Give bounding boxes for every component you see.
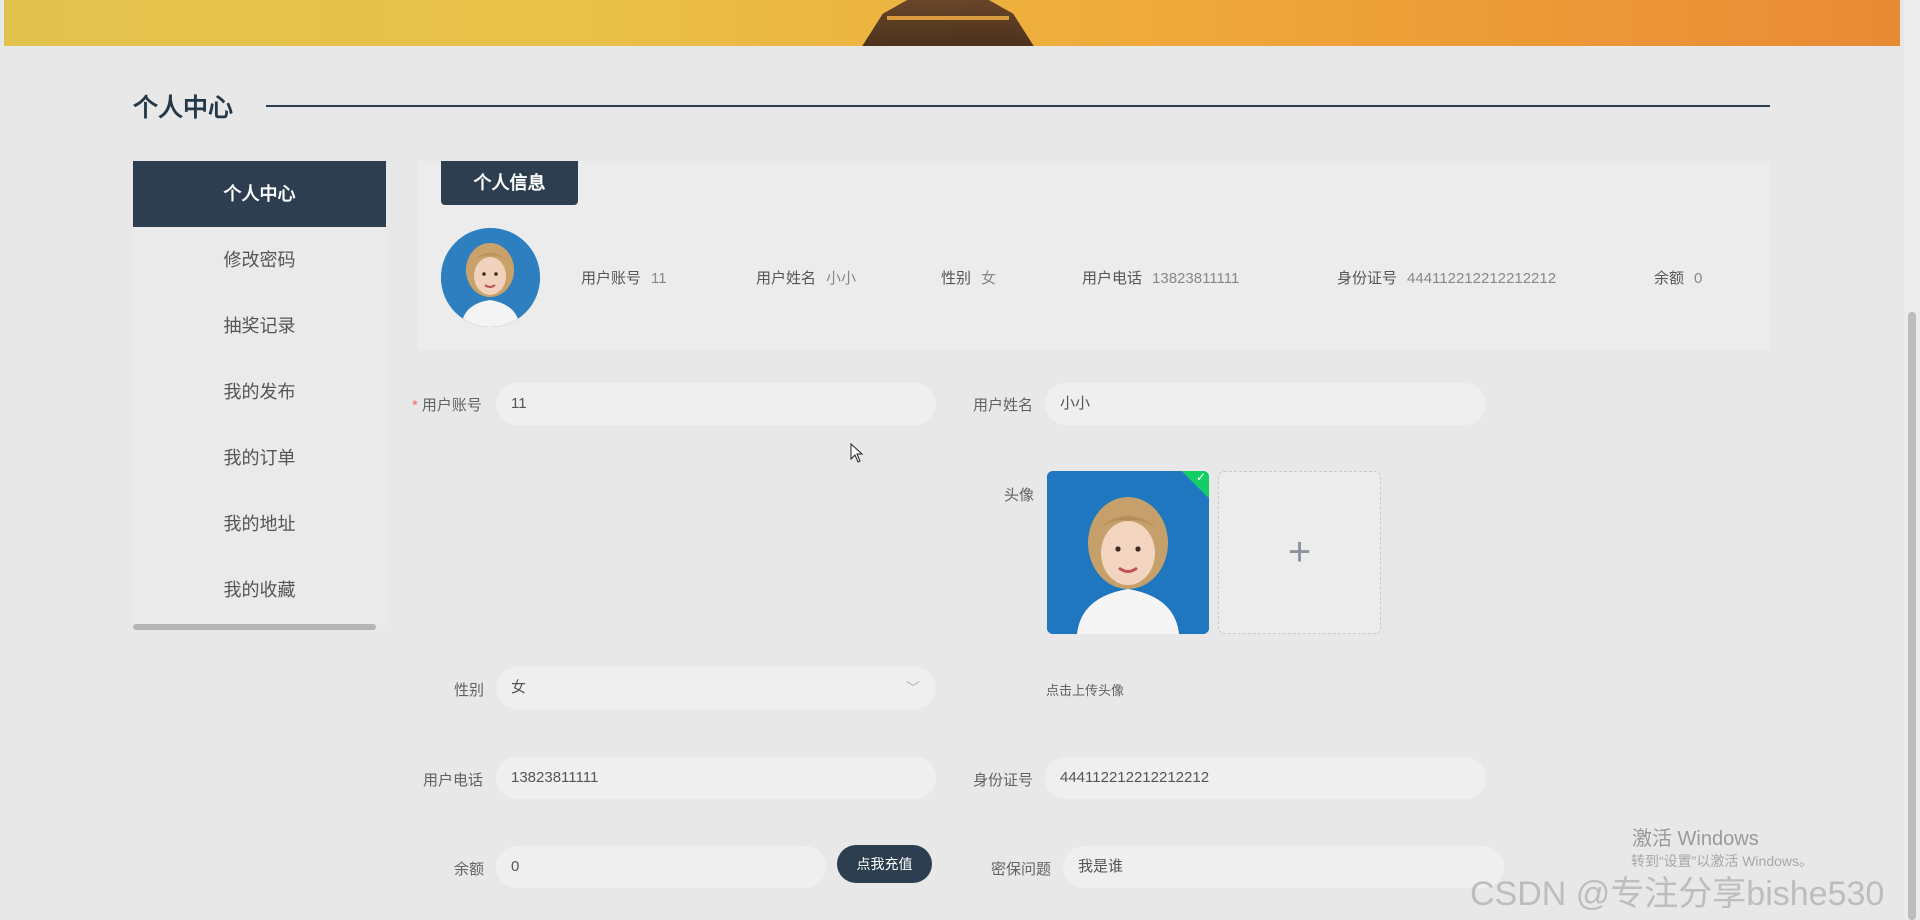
- name-label: 用户姓名: [973, 397, 1034, 414]
- avatar-upload-preview[interactable]: ✓: [1047, 471, 1209, 634]
- info-id-card: 身份证号 444112212212212212: [1337, 270, 1557, 287]
- sidebar-item-my-address[interactable]: 我的地址: [133, 491, 386, 557]
- avatar-preview-icon: [1047, 471, 1209, 634]
- gender-select[interactable]: 女 ﹀: [496, 667, 936, 709]
- account-field[interactable]: 11: [496, 383, 936, 425]
- sidebar: 个人中心 修改密码 抽奖记录 我的发布 我的订单 我的地址 我的收藏: [133, 161, 386, 630]
- info-gender: 性别女: [941, 270, 997, 287]
- info-name: 用户姓名 小小: [756, 270, 857, 287]
- sidebar-scrollbar[interactable]: [133, 624, 376, 630]
- required-mark: *: [412, 397, 418, 414]
- sidebar-item-my-favorites[interactable]: 我的收藏: [133, 557, 386, 623]
- header-banner: [4, 0, 1900, 46]
- account-label: * 用户账号: [412, 397, 482, 414]
- sidebar-item-my-orders[interactable]: 我的订单: [133, 425, 386, 491]
- avatar-upload-button[interactable]: +: [1218, 471, 1381, 634]
- gender-label: 性别: [454, 682, 485, 699]
- title-divider: [266, 105, 1770, 107]
- balance-field[interactable]: 0: [496, 846, 826, 888]
- avatar-label: 头像: [1004, 487, 1035, 504]
- security-question-field[interactable]: 我是谁: [1063, 846, 1504, 888]
- info-account: 用户账号 11: [581, 270, 667, 287]
- balance-label: 余额: [454, 861, 485, 878]
- sidebar-item-profile[interactable]: 个人中心: [133, 161, 386, 227]
- info-balance: 余额 0: [1654, 270, 1703, 287]
- check-icon: ✓: [1195, 471, 1206, 484]
- phone-field[interactable]: 13823811111: [496, 757, 936, 799]
- sidebar-item-lottery-records[interactable]: 抽奖记录: [133, 293, 386, 359]
- mouse-cursor-icon: [850, 442, 864, 468]
- page-scrollbar-thumb[interactable]: [1908, 312, 1916, 920]
- page-title: 个人中心: [133, 94, 234, 122]
- recharge-button[interactable]: 点我充值: [837, 845, 932, 883]
- chevron-down-icon: ﹀: [906, 680, 920, 696]
- windows-activation-watermark: 激活 Windows: [1632, 828, 1759, 850]
- avatar: [441, 228, 540, 327]
- tab-personal-info[interactable]: 个人信息: [441, 161, 578, 205]
- id-card-field[interactable]: 444112212212212212: [1045, 757, 1486, 799]
- sidebar-item-change-password[interactable]: 修改密码: [133, 227, 386, 293]
- page-scrollbar[interactable]: [1904, 0, 1920, 920]
- security-question-label: 密保问题: [991, 861, 1052, 878]
- id-card-label: 身份证号: [973, 772, 1034, 789]
- phone-label: 用户电话: [423, 772, 484, 789]
- plus-icon: +: [1287, 530, 1312, 574]
- csdn-watermark: CSDN @专注分享bishe530: [1470, 875, 1885, 913]
- profile-info-card: [418, 161, 1770, 350]
- sidebar-item-my-posts[interactable]: 我的发布: [133, 359, 386, 425]
- avatar-upload-tip: 点击上传头像: [1046, 683, 1125, 698]
- info-phone: 用户电话 13823811111: [1082, 270, 1240, 287]
- name-field[interactable]: 小小: [1045, 383, 1486, 425]
- banner-tower-image: [862, 0, 1034, 46]
- avatar-portrait-icon: [441, 228, 540, 327]
